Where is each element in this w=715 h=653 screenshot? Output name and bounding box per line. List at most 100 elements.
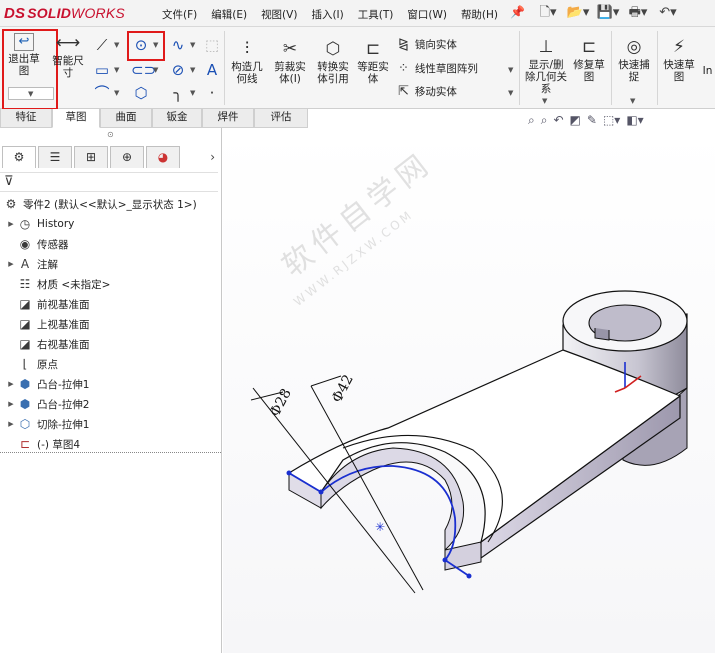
- chevron-down-icon[interactable]: ▼: [114, 66, 119, 74]
- mirror-entities-button[interactable]: ⧎ 镜向实体: [398, 37, 457, 52]
- menu-file[interactable]: 文件(F): [162, 7, 197, 22]
- chevron-down-icon[interactable]: ▼: [114, 89, 119, 97]
- sketch-point[interactable]: [318, 489, 324, 495]
- smart-dimension-label: 智能尺寸: [52, 55, 84, 79]
- sketch-point[interactable]: [466, 573, 472, 579]
- tree-root-part[interactable]: ⚙ 零件2 (默认<<默认>_显示状态 1>): [0, 194, 220, 214]
- chevron-down-icon[interactable]: ▼: [630, 97, 635, 105]
- dimxpert-tab-icon[interactable]: ⊕: [110, 146, 144, 168]
- undo-icon[interactable]: ↶▾: [653, 3, 683, 24]
- polygon-icon[interactable]: ⬡: [131, 83, 151, 103]
- dynamic-annotation-icon[interactable]: ✎: [587, 113, 597, 127]
- chevron-down-icon[interactable]: ▼: [190, 89, 195, 97]
- tree-item-annotations[interactable]: ▶ A 注解: [0, 254, 220, 274]
- menu-window[interactable]: 窗口(W): [407, 7, 447, 22]
- trim-entities-button[interactable]: ✂ 剪裁实体(I): [270, 39, 310, 85]
- text-icon[interactable]: A: [202, 60, 222, 80]
- tree-item-origin[interactable]: ⌊ 原点: [0, 354, 220, 374]
- configuration-manager-tab-icon[interactable]: ⊞: [74, 146, 108, 168]
- spline-icon[interactable]: ∿: [168, 35, 188, 55]
- graphics-area[interactable]: 软件自学网 WWW.RJZXW.COM ✳ Φ28 Φ42: [223, 130, 715, 653]
- tab-sketch[interactable]: 草图: [52, 109, 100, 128]
- print-icon[interactable]: 🖶▾: [623, 3, 653, 24]
- chevron-down-icon[interactable]: ▼: [542, 97, 547, 105]
- tree-item-boss-extrude1[interactable]: ▶ ⬢ 凸台-拉伸1: [0, 374, 220, 394]
- fillet-icon[interactable]: ⌒: [92, 83, 112, 103]
- expand-arrow-icon[interactable]: ▶: [6, 400, 16, 408]
- expand-arrow-icon[interactable]: ▶: [6, 260, 16, 268]
- zoom-to-area-icon[interactable]: ⌕: [541, 113, 548, 128]
- line-icon[interactable]: ⟋: [92, 35, 112, 55]
- ellipse-icon[interactable]: ⊘: [168, 60, 188, 80]
- chevron-down-icon[interactable]: ▼: [508, 89, 513, 97]
- construction-geometry-label: 构造几何线: [231, 61, 263, 85]
- tree-item-history[interactable]: ▶ ◷ History: [0, 214, 220, 234]
- convert-entities-button[interactable]: ⬡ 转换实体引用: [313, 39, 353, 85]
- arc-center-point-icon[interactable]: ✳: [375, 520, 385, 534]
- tab-features[interactable]: 特征: [0, 109, 52, 128]
- section-view-icon[interactable]: ◩: [570, 113, 581, 127]
- sketch-point[interactable]: [442, 557, 448, 563]
- offset-entities-button[interactable]: ⊏ 等距实体: [355, 39, 391, 85]
- feature-tree-tab-icon[interactable]: ⚙: [2, 146, 36, 168]
- tab-surfaces[interactable]: 曲面: [100, 109, 152, 128]
- rapid-sketch-button[interactable]: ⚡ 快速草图: [660, 37, 698, 83]
- tab-evaluate[interactable]: 评估: [254, 109, 308, 128]
- open-folder-icon[interactable]: 📂▾: [563, 3, 593, 24]
- slot-icon[interactable]: ⊂⊃: [131, 60, 156, 80]
- expand-arrow-icon[interactable]: ▶: [6, 420, 16, 428]
- display-manager-tab-icon[interactable]: ◕: [146, 146, 180, 168]
- menu-insert[interactable]: 插入(I): [311, 7, 343, 22]
- point-icon[interactable]: ·: [202, 83, 222, 103]
- rectangle-icon[interactable]: ▭: [92, 60, 112, 80]
- panel-grip-icon[interactable]: ⊙: [107, 130, 114, 139]
- menu-view[interactable]: 视图(V): [261, 7, 297, 22]
- chevron-right-icon[interactable]: ›: [210, 150, 215, 164]
- previous-view-icon[interactable]: ↶: [553, 113, 563, 127]
- tree-item-material[interactable]: ☷ 材质 <未指定>: [0, 274, 220, 294]
- tree-item-sensors[interactable]: ◉ 传感器: [0, 234, 220, 254]
- save-icon[interactable]: 💾▾: [593, 3, 623, 24]
- chevron-down-icon[interactable]: ▼: [153, 66, 158, 74]
- tab-sheet-metal[interactable]: 钣金: [152, 109, 202, 128]
- tree-item-cut-extrude1[interactable]: ▶ ⬡ 切除-拉伸1: [0, 414, 220, 434]
- expand-arrow-icon[interactable]: ▶: [6, 380, 16, 388]
- construction-geometry-button[interactable]: ⫶ 构造几何线: [228, 39, 266, 85]
- display-style-icon[interactable]: ◧▾: [626, 113, 643, 127]
- tree-filter-bar[interactable]: ⊽: [0, 172, 218, 192]
- tree-item-label: 原点: [37, 358, 58, 371]
- chevron-down-icon[interactable]: ▼: [508, 66, 513, 74]
- move-entities-button[interactable]: ⇱ 移动实体: [398, 84, 457, 99]
- dim-phi28-leader[interactable]: [252, 387, 416, 594]
- tree-item-front-plane[interactable]: ◪ 前视基准面: [0, 294, 220, 314]
- tab-weldments[interactable]: 焊件: [202, 109, 254, 128]
- expand-arrow-icon[interactable]: ▶: [6, 220, 16, 228]
- repair-sketch-button[interactable]: ⊏ 修复草图: [570, 37, 608, 83]
- chevron-down-icon[interactable]: ▼: [190, 41, 195, 49]
- solidworks-logo[interactable]: DS SOLID WORKS: [4, 3, 125, 23]
- zoom-to-fit-icon[interactable]: ⌕: [528, 113, 535, 128]
- menu-edit[interactable]: 编辑(E): [211, 7, 247, 22]
- menu-help[interactable]: 帮助(H): [461, 7, 498, 22]
- display-relations-button[interactable]: ⊥ 显示/删除几何关系: [524, 37, 568, 95]
- new-document-icon[interactable]: 🗋▾: [533, 3, 563, 24]
- chevron-down-icon[interactable]: ▼: [190, 66, 195, 74]
- tree-item-top-plane[interactable]: ◪ 上视基准面: [0, 314, 220, 334]
- property-manager-tab-icon[interactable]: ☰: [38, 146, 72, 168]
- linear-pattern-button[interactable]: ⁘ 线性草图阵列: [398, 61, 478, 76]
- pin-menu-icon[interactable]: 📌: [510, 5, 525, 19]
- instant2d-button[interactable]: In: [700, 65, 715, 77]
- sketch-fillet-icon[interactable]: ╮: [168, 83, 188, 103]
- model-viewport[interactable]: ✳: [223, 130, 715, 653]
- tree-item-label: History: [37, 218, 75, 230]
- tree-item-sketch4[interactable]: ⊏ (-) 草图4: [0, 434, 220, 454]
- tree-item-boss-extrude2[interactable]: ▶ ⬢ 凸台-拉伸2: [0, 394, 220, 414]
- view-orientation-icon[interactable]: ⬚▾: [603, 113, 620, 127]
- tree-item-label: 凸台-拉伸1: [37, 378, 90, 391]
- menu-tools[interactable]: 工具(T): [358, 7, 394, 22]
- sketch-point[interactable]: [286, 470, 292, 476]
- smart-dimension-button[interactable]: ⟷ 智能尺寸: [52, 33, 84, 79]
- chevron-down-icon[interactable]: ▼: [114, 41, 119, 49]
- tree-item-right-plane[interactable]: ◪ 右视基准面: [0, 334, 220, 354]
- quick-snaps-button[interactable]: ◎ 快速捕捉: [614, 37, 654, 83]
